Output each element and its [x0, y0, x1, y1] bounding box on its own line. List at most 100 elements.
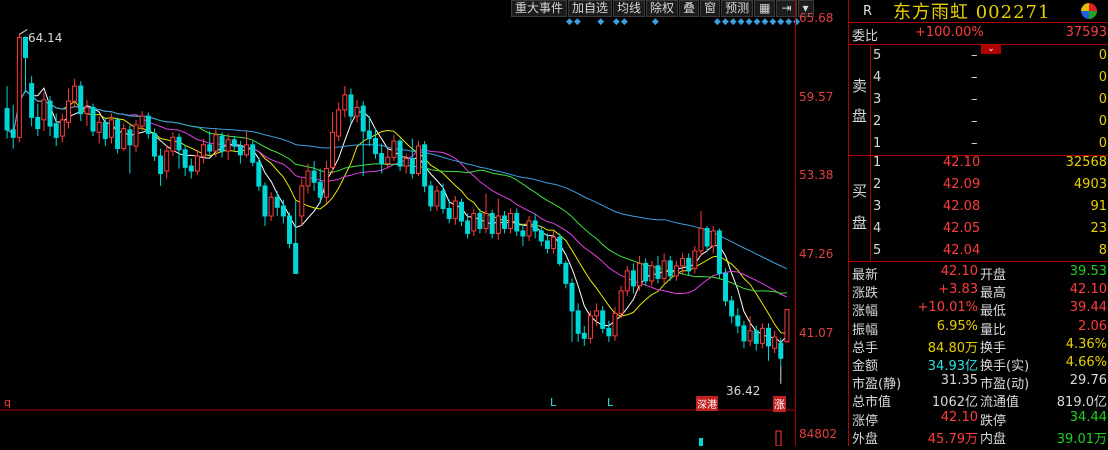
candle	[299, 178, 305, 226]
buy-volume: 23	[1090, 221, 1107, 236]
kline-chart-area[interactable]: 64.14 36.42 q L L 深港 涨	[0, 0, 795, 447]
candle	[385, 149, 391, 169]
candle	[29, 76, 35, 127]
sell-level: 4	[873, 70, 882, 85]
sell-level-row[interactable]: 3 – 0	[849, 90, 1108, 111]
candle	[311, 161, 317, 192]
moving-average-button[interactable]: 均线	[613, 0, 646, 17]
candle	[96, 116, 102, 144]
candle	[458, 198, 464, 226]
buy-level: 3	[873, 199, 882, 214]
candle	[354, 99, 360, 123]
candle	[342, 86, 348, 118]
sell-level: 1	[873, 136, 882, 151]
candle	[121, 123, 127, 152]
stat-value: 4.36%	[1065, 336, 1107, 352]
stat-row[interactable]: 外盘 45.79万 内盘 39.01万	[849, 426, 1108, 447]
sell-level: 5	[873, 48, 882, 63]
add-watchlist-button[interactable]: 加自选	[568, 0, 613, 17]
sell-level-row[interactable]: 4 – 0	[849, 68, 1108, 89]
committee-ratio: +100.00%	[915, 25, 984, 40]
tag-shengang[interactable]: 深港	[696, 396, 718, 411]
candle	[643, 258, 649, 286]
chart-toolbar: 重大事件 加自选 均线 除权 叠 窗 预测 ▦ ⇥ ▾	[511, 0, 815, 17]
overlay-button[interactable]: 叠	[679, 0, 700, 17]
buy-level: 4	[873, 221, 882, 236]
candle	[182, 144, 188, 177]
buy-price: 42.05	[943, 221, 981, 236]
buy-level: 2	[873, 177, 882, 192]
buy-level-row[interactable]: 3 42.08 91	[849, 197, 1108, 218]
candle	[557, 233, 563, 266]
candle	[649, 260, 655, 286]
tag-l-1[interactable]: L	[550, 396, 556, 409]
candle	[158, 148, 164, 187]
pin-icon[interactable]: ⇥	[776, 0, 797, 17]
grid-icon[interactable]: ▦	[754, 0, 776, 17]
stat-value: 31.35	[940, 373, 978, 389]
candle	[655, 255, 661, 284]
candle	[483, 193, 489, 234]
buy-price: 42.04	[943, 243, 981, 258]
candle	[268, 192, 274, 221]
ex-rights-button[interactable]: 除权	[646, 0, 679, 17]
candle	[391, 134, 397, 162]
sell-level-row[interactable]: 1 – 0	[849, 134, 1108, 155]
candle	[551, 230, 557, 254]
buy-level-row[interactable]: 4 42.05 23	[849, 219, 1108, 240]
kline-chart[interactable]	[0, 0, 795, 447]
candle	[225, 133, 231, 160]
stat-value: 34.44	[1069, 409, 1107, 425]
buy-level-row[interactable]: 5 42.04 8	[849, 241, 1108, 262]
forecast-button[interactable]: 预测	[721, 0, 754, 17]
stat-value: 39.01万	[1056, 431, 1107, 447]
candle	[348, 88, 354, 124]
tag-l-2[interactable]: L	[607, 396, 613, 409]
candle	[544, 233, 550, 254]
candle	[489, 209, 495, 239]
window-button[interactable]: 窗	[700, 0, 721, 17]
candle	[471, 208, 477, 236]
candle	[244, 131, 250, 158]
candle	[452, 196, 458, 225]
buy-level-row[interactable]: 2 42.09 4903	[849, 175, 1108, 196]
globe-icon[interactable]	[1081, 3, 1097, 19]
candle	[164, 144, 170, 179]
tag-zhang[interactable]: 涨	[773, 396, 786, 412]
candle	[133, 119, 139, 153]
candle	[637, 255, 643, 291]
candle	[704, 225, 710, 251]
committee-label: 委比	[852, 29, 879, 44]
candle	[84, 99, 90, 127]
buy-level-row[interactable]: 1 42.10 32568	[849, 153, 1108, 174]
axis-tick-2: 59.57	[799, 90, 834, 104]
candle	[569, 278, 575, 343]
sell-level-row[interactable]: 2 – 0	[849, 112, 1108, 133]
sell-volume: 0	[1098, 48, 1107, 63]
sell-price: –	[971, 136, 978, 151]
sell-volume: 0	[1098, 114, 1107, 129]
candle	[145, 112, 151, 139]
candle	[575, 303, 581, 343]
axis-tick-4: 47.26	[799, 247, 834, 261]
committee-row: 委比 +100.00% 37593	[849, 23, 1108, 44]
candle	[741, 320, 747, 349]
candle	[630, 263, 636, 294]
candle	[446, 199, 452, 224]
stock-title[interactable]: 东方雨虹 002271	[893, 0, 1050, 24]
candle	[692, 245, 698, 274]
candle	[422, 141, 428, 193]
quote-panel: R 东方雨虹 002271 委比 +100.00% 37593 ⌄ 卖 盘 5–…	[848, 0, 1108, 447]
sell-price: –	[971, 70, 978, 85]
candle	[440, 183, 446, 214]
candle	[397, 138, 403, 172]
sell-level-row[interactable]: 5 – 0	[849, 46, 1108, 67]
candle	[784, 309, 790, 343]
candle	[330, 112, 336, 174]
candle	[35, 103, 41, 137]
axis-tick-1: 65.68	[799, 11, 834, 25]
candle	[532, 213, 538, 239]
candle	[250, 141, 256, 167]
major-events-button[interactable]: 重大事件	[511, 0, 568, 17]
candle	[563, 260, 569, 289]
